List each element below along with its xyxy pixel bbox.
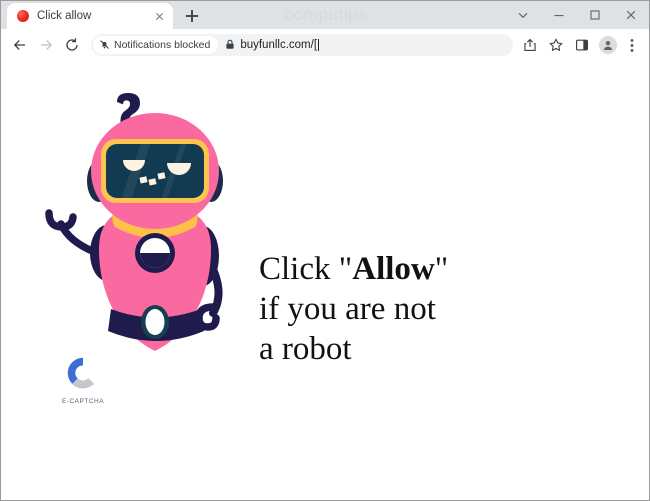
forward-button[interactable] <box>33 32 59 58</box>
e-captcha-label: E-CAPTCHA <box>61 398 105 405</box>
page-content: Click "Allow" if you are not a robot E-C… <box>1 60 649 498</box>
headline-line1-prefix: Click <box>259 251 339 287</box>
back-arrow-icon <box>13 39 25 50</box>
minimize-icon <box>554 15 564 17</box>
chrome-menu-button[interactable] <box>621 32 643 58</box>
tab-search-button[interactable] <box>505 1 541 29</box>
e-captcha-logo <box>67 357 94 389</box>
avatar <box>599 35 617 54</box>
reload-icon <box>66 37 78 51</box>
headline-quote-close: " <box>434 251 449 287</box>
menu-dot <box>630 48 634 52</box>
menu-dot <box>630 38 634 42</box>
side-panel-icon <box>576 39 589 50</box>
bookmark-button[interactable] <box>543 32 569 58</box>
robot-buckle-inner <box>145 309 165 335</box>
headline-line2: if you are not <box>259 291 436 327</box>
browser-tab[interactable]: Click allow <box>7 3 173 29</box>
new-tab-button[interactable] <box>179 3 205 29</box>
notifications-blocked-chip[interactable]: Notifications blocked <box>93 35 219 54</box>
tab-strip: computips Click allow <box>1 1 649 29</box>
browser-window: computips Click allow Notifications bloc… <box>0 0 650 501</box>
minimize-button[interactable] <box>541 1 577 29</box>
red-circle-favicon <box>17 10 29 22</box>
browser-toolbar: Notifications blocked buyfunllc.com/[ <box>1 29 649 60</box>
toolbar-icons <box>517 32 643 58</box>
reload-button[interactable] <box>59 32 85 58</box>
profile-button[interactable] <box>595 32 621 58</box>
text-cursor <box>318 38 320 51</box>
back-button[interactable] <box>7 32 33 58</box>
tab-title: Click allow <box>37 10 92 22</box>
headline-quote-open: " <box>338 251 353 287</box>
side-panel-button[interactable] <box>569 32 595 58</box>
share-icon <box>524 38 536 51</box>
maximize-icon <box>590 10 600 20</box>
headline-line3: a robot <box>259 331 352 367</box>
headline-allow-word: Allow <box>352 251 435 287</box>
address-bar[interactable]: Notifications blocked buyfunllc.com/[ <box>91 33 513 56</box>
forward-arrow-icon <box>41 39 53 50</box>
notifications-blocked-label: Notifications blocked <box>114 38 211 51</box>
maximize-button[interactable] <box>577 1 613 29</box>
share-button[interactable] <box>517 32 543 58</box>
menu-dot <box>630 43 634 47</box>
page-headline: Click "Allow" if you are not a robot <box>259 249 448 369</box>
bell-slash-icon <box>99 39 110 50</box>
person-icon <box>603 40 613 50</box>
url-text[interactable]: buyfunllc.com/[ <box>240 39 317 51</box>
confused-robot-illustration <box>39 93 264 368</box>
lock-icon <box>225 39 235 50</box>
window-controls <box>505 1 649 29</box>
close-tab-icon[interactable] <box>152 9 167 24</box>
e-captcha-badge: E-CAPTCHA <box>47 354 119 405</box>
robot-visor-screen <box>106 144 204 198</box>
close-window-button[interactable] <box>613 1 649 29</box>
robot-chest-gloss <box>151 240 167 252</box>
chevron-down-icon <box>518 12 528 19</box>
star-icon <box>549 38 563 51</box>
close-icon <box>626 10 636 20</box>
